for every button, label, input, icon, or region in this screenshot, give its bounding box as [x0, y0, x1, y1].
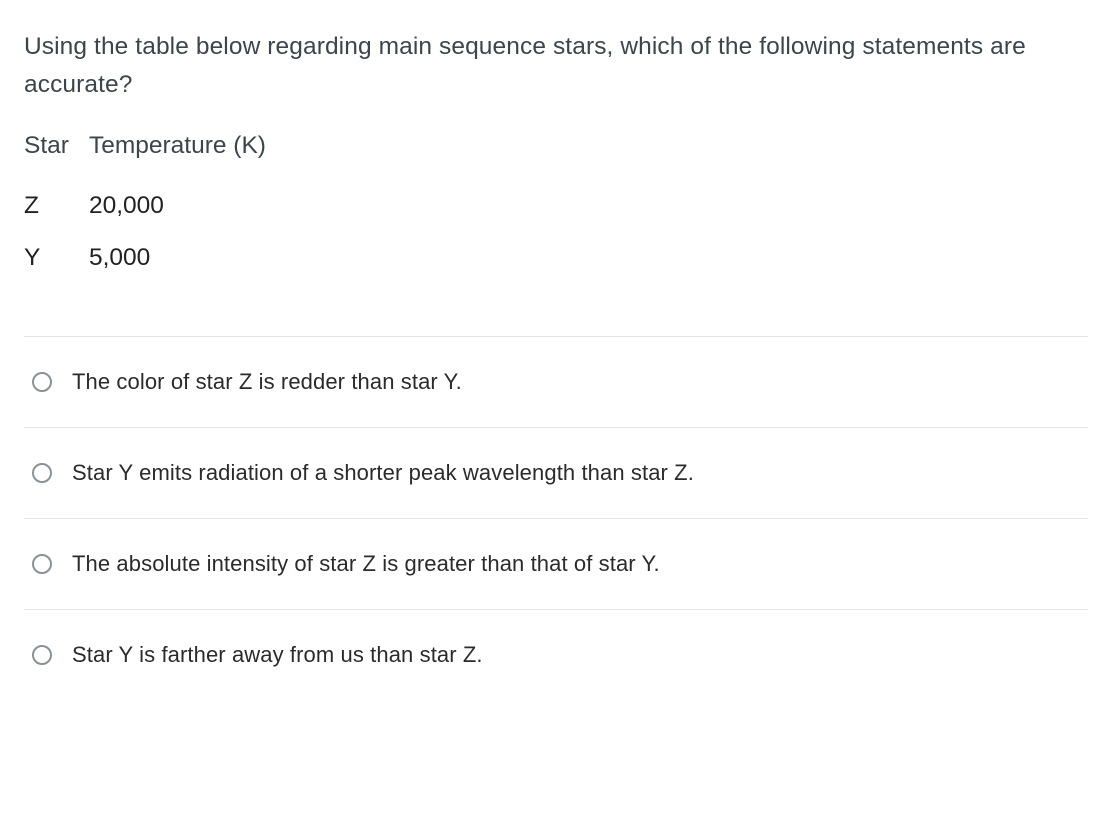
table-header-temperature: Temperature (K): [89, 132, 286, 182]
option-2[interactable]: Star Y emits radiation of a shorter peak…: [24, 428, 1088, 519]
table-row: Z 20,000: [24, 182, 286, 234]
cell-star: Z: [24, 182, 89, 234]
option-1[interactable]: The color of star Z is redder than star …: [24, 337, 1088, 428]
option-label: The color of star Z is redder than star …: [72, 369, 462, 395]
option-label: The absolute intensity of star Z is grea…: [72, 551, 660, 577]
table-header-star: Star: [24, 132, 89, 182]
option-label: Star Y is farther away from us than star…: [72, 642, 483, 668]
cell-temp: 20,000: [89, 182, 286, 234]
radio-icon[interactable]: [32, 372, 52, 392]
cell-star: Y: [24, 234, 89, 286]
option-label: Star Y emits radiation of a shorter peak…: [72, 460, 694, 486]
radio-icon[interactable]: [32, 554, 52, 574]
option-3[interactable]: The absolute intensity of star Z is grea…: [24, 519, 1088, 610]
option-4[interactable]: Star Y is farther away from us than star…: [24, 610, 1088, 700]
question-prompt: Using the table below regarding main seq…: [24, 28, 1088, 104]
radio-icon[interactable]: [32, 463, 52, 483]
star-data-table: Star Temperature (K) Z 20,000 Y 5,000: [24, 132, 286, 286]
radio-icon[interactable]: [32, 645, 52, 665]
cell-temp: 5,000: [89, 234, 286, 286]
answer-options: The color of star Z is redder than star …: [24, 336, 1088, 700]
table-row: Y 5,000: [24, 234, 286, 286]
